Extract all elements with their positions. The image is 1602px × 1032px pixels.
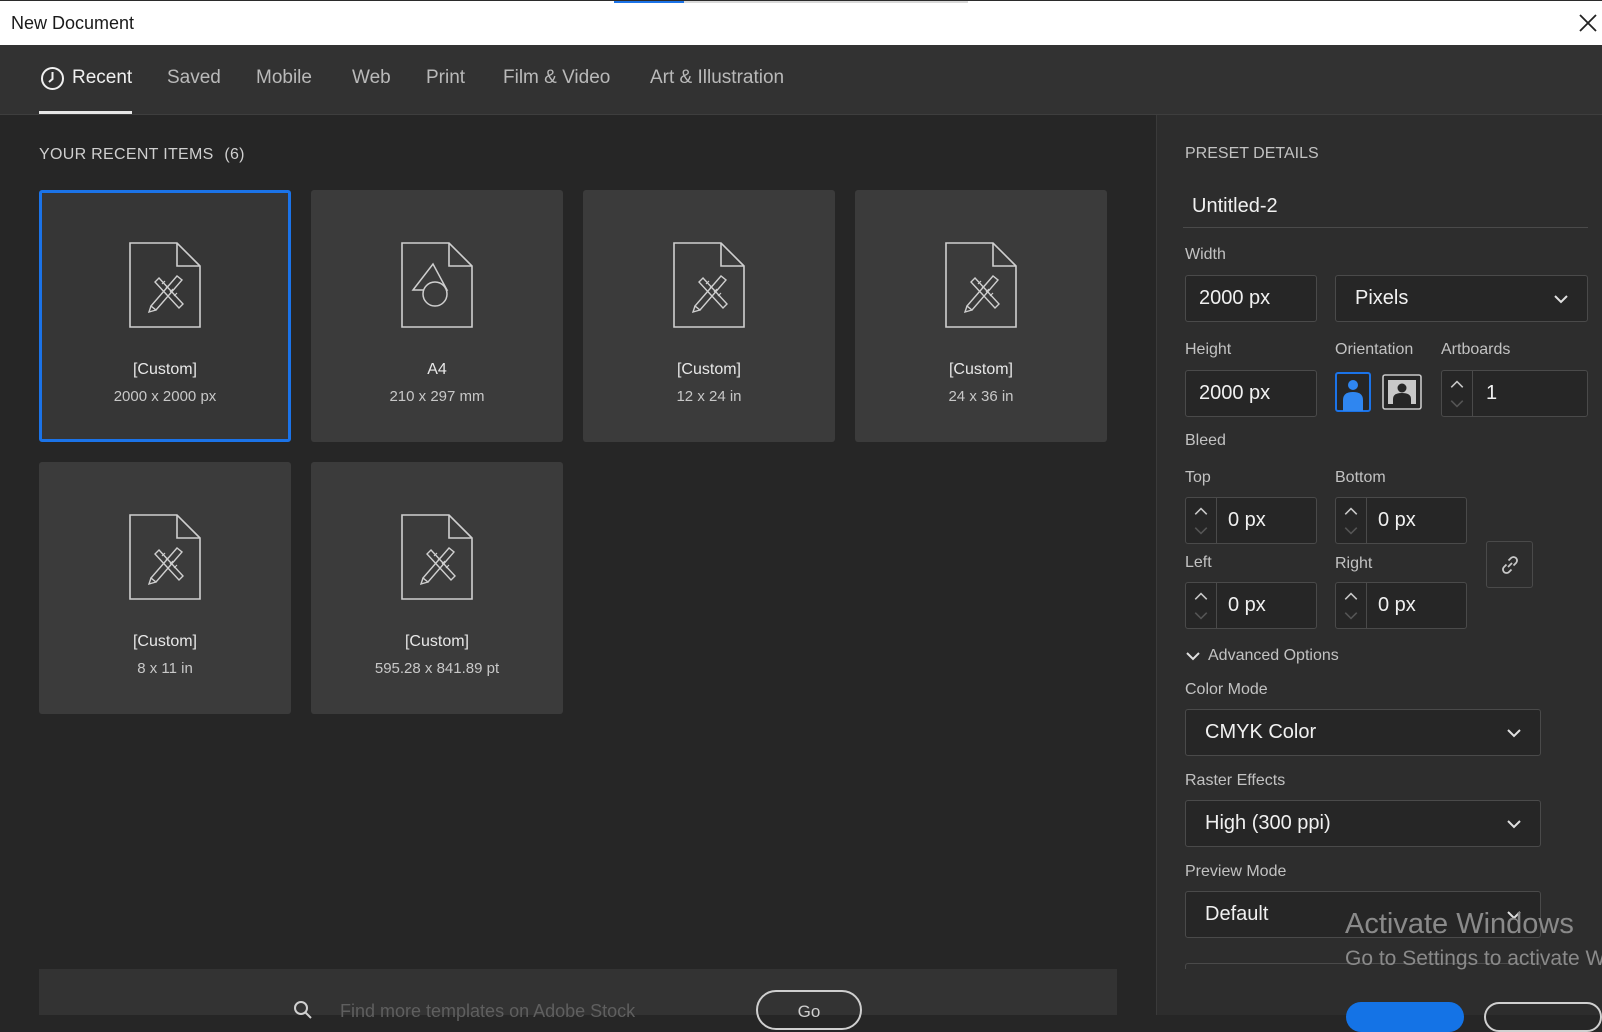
stepper-arrows-icon[interactable]: [1336, 498, 1367, 543]
chevron-down-icon: [1507, 819, 1521, 828]
orientation-label: Orientation: [1335, 341, 1414, 358]
title-bar: New Document: [0, 0, 1602, 45]
clock-icon: [41, 67, 64, 90]
close-icon[interactable]: [1574, 9, 1602, 37]
artboards-value: 1: [1486, 382, 1498, 404]
height-field[interactable]: 2000 px: [1185, 370, 1317, 417]
units-dropdown[interactable]: Pixels: [1335, 275, 1588, 322]
item-name: [Custom]: [404, 633, 469, 650]
close-button[interactable]: [1484, 1002, 1602, 1032]
item-dimensions: 210 x 297 mm: [389, 388, 485, 405]
stepper-arrows-icon[interactable]: [1442, 371, 1473, 416]
item-name: [Custom]: [676, 361, 741, 378]
go-button[interactable]: Go: [756, 990, 862, 1030]
item-name: A4: [427, 361, 447, 378]
bleed-bottom-label: Bottom: [1335, 469, 1386, 486]
color-mode-dropdown[interactable]: CMYK Color: [1185, 709, 1541, 756]
bleed-right-stepper[interactable]: 0 px: [1335, 582, 1467, 629]
bleed-left-stepper[interactable]: 0 px: [1185, 582, 1317, 629]
art-document-icon: [673, 242, 745, 328]
item-dimensions: 595.28 x 841.89 pt: [374, 660, 500, 677]
bleed-right-value: 0 px: [1378, 594, 1416, 616]
raster-effects-dropdown[interactable]: High (300 ppi): [1185, 800, 1541, 847]
color-mode-value: CMYK Color: [1205, 721, 1317, 743]
art-document-icon: [129, 242, 201, 328]
stepper-arrows-icon[interactable]: [1186, 583, 1217, 628]
units-value: Pixels: [1355, 287, 1409, 309]
recent-item-card[interactable]: [Custom] 12 x 24 in: [583, 190, 835, 442]
search-icon: [294, 1001, 312, 1019]
stepper-arrows-icon[interactable]: [1186, 498, 1217, 543]
item-dimensions: 24 x 36 in: [948, 388, 1014, 405]
artboards-stepper[interactable]: 1: [1441, 370, 1588, 417]
recent-item-card[interactable]: [Custom] 24 x 36 in: [855, 190, 1107, 442]
recent-items-title: YOUR RECENT ITEMS: [39, 146, 214, 163]
window-title: New Document: [11, 13, 135, 33]
shapes-document-icon: [401, 242, 473, 328]
bleed-top-value: 0 px: [1228, 509, 1266, 531]
activate-windows-watermark: Activate Windows: [1345, 908, 1574, 940]
landscape-orientation-icon[interactable]: [1382, 374, 1422, 410]
recent-item-card[interactable]: [Custom] 2000 x 2000 px: [39, 190, 291, 442]
tab-recent[interactable]: Recent: [72, 67, 132, 89]
activate-windows-hint: Go to Settings to activate Windows.: [1345, 947, 1602, 970]
title-accent-blue: [614, 1, 684, 3]
portrait-orientation-icon[interactable]: [1335, 372, 1371, 412]
preview-mode-label: Preview Mode: [1185, 863, 1287, 880]
preview-mode-value: Default: [1205, 903, 1269, 925]
recent-item-card[interactable]: A4 210 x 297 mm: [311, 190, 563, 442]
tab-art-illustration[interactable]: Art & Illustration: [650, 67, 784, 89]
advanced-options-toggle[interactable]: Advanced Options: [1185, 647, 1339, 665]
create-button[interactable]: [1346, 1002, 1464, 1032]
active-tab-indicator: [39, 111, 132, 114]
item-name: [Custom]: [132, 361, 197, 378]
chevron-down-icon: [1554, 294, 1568, 303]
bleed-left-label: Left: [1185, 554, 1212, 571]
bleed-label: Bleed: [1185, 432, 1226, 449]
height-label: Height: [1185, 341, 1232, 358]
advanced-options-label: Advanced Options: [1208, 647, 1339, 664]
link-icon: [1502, 556, 1518, 574]
raster-effects-label: Raster Effects: [1185, 772, 1286, 789]
tab-mobile[interactable]: Mobile: [256, 67, 312, 89]
art-document-icon: [129, 514, 201, 600]
art-document-icon: [401, 514, 473, 600]
stock-search-input[interactable]: [338, 998, 722, 1024]
preset-details-heading: PRESET DETAILS: [1185, 145, 1319, 162]
bleed-top-stepper[interactable]: 0 px: [1185, 497, 1317, 544]
bleed-left-value: 0 px: [1228, 594, 1266, 616]
width-field[interactable]: 2000 px: [1185, 275, 1317, 322]
document-name-field[interactable]: Untitled-2: [1183, 186, 1588, 228]
item-dimensions: 12 x 24 in: [676, 388, 742, 405]
art-document-icon: [945, 242, 1017, 328]
raster-effects-value: High (300 ppi): [1205, 812, 1331, 834]
tab-print[interactable]: Print: [426, 67, 465, 89]
title-accent-gray: [684, 1, 968, 3]
recent-items-count: (6): [224, 146, 245, 163]
item-dimensions: 2000 x 2000 px: [113, 388, 217, 405]
tab-web[interactable]: Web: [352, 67, 391, 89]
category-tabs: Recent Saved Mobile Web Print Film & Vid…: [0, 45, 1602, 115]
stepper-arrows-icon[interactable]: [1336, 583, 1367, 628]
recent-item-card[interactable]: [Custom] 8 x 11 in: [39, 462, 291, 714]
color-mode-label: Color Mode: [1185, 681, 1268, 698]
width-label: Width: [1185, 246, 1226, 263]
link-bleed-button[interactable]: [1486, 541, 1533, 588]
recent-items-heading: YOUR RECENT ITEMS (6): [39, 146, 245, 164]
item-name: [Custom]: [132, 633, 197, 650]
chevron-down-icon: [1186, 652, 1200, 661]
bleed-top-label: Top: [1185, 469, 1211, 486]
tab-film-video[interactable]: Film & Video: [503, 67, 610, 89]
artboards-label: Artboards: [1441, 341, 1511, 358]
item-dimensions: 8 x 11 in: [137, 660, 193, 677]
chevron-down-icon: [1507, 728, 1521, 737]
recent-item-card[interactable]: [Custom] 595.28 x 841.89 pt: [311, 462, 563, 714]
item-name: [Custom]: [948, 361, 1013, 378]
bleed-bottom-value: 0 px: [1378, 509, 1416, 531]
bleed-bottom-stepper[interactable]: 0 px: [1335, 497, 1467, 544]
tab-saved[interactable]: Saved: [167, 67, 221, 89]
bleed-right-label: Right: [1335, 555, 1373, 572]
